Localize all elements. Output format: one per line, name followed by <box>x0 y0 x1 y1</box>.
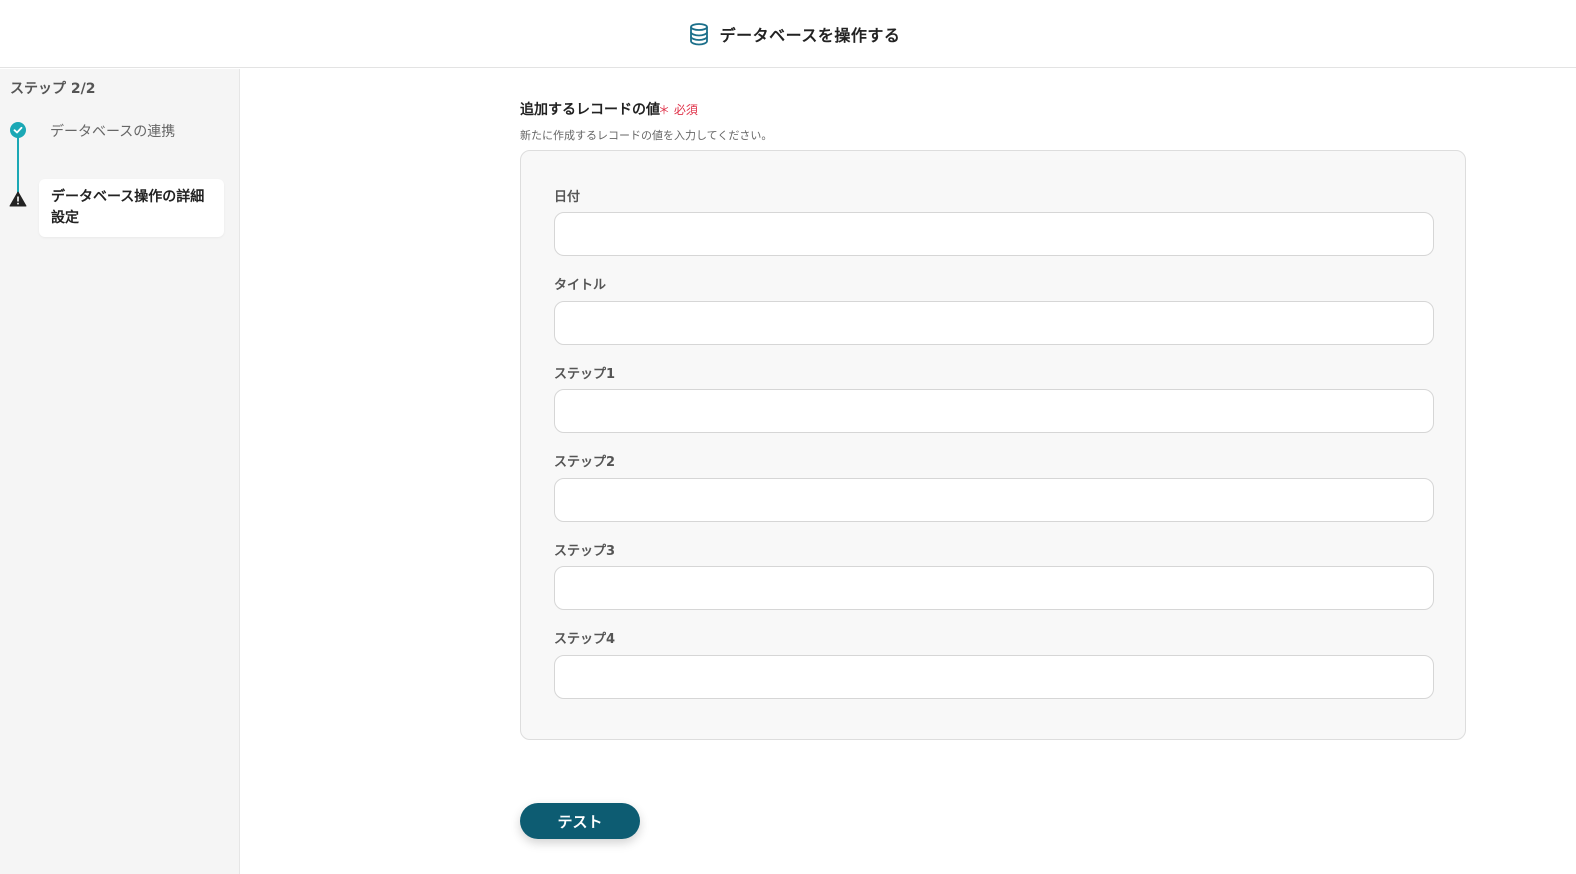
step3-input[interactable] <box>554 566 1434 610</box>
field-label-step4: ステップ4 <box>554 632 616 647</box>
section-title: 追加するレコードの値 <box>520 102 660 118</box>
sidebar-step-1[interactable]: データベースの連携 <box>50 121 175 141</box>
step4-input[interactable] <box>554 655 1434 699</box>
required-badge: ＊ 必須 <box>658 103 698 117</box>
field-label-step2: ステップ2 <box>554 455 616 470</box>
warning-icon <box>9 191 27 207</box>
step1-input[interactable] <box>554 389 1434 433</box>
title-input[interactable] <box>554 301 1434 345</box>
field-label-date: 日付 <box>554 190 581 205</box>
timeline-connector <box>17 137 19 197</box>
page-title: データベースを操作する <box>719 25 901 45</box>
step2-input[interactable] <box>554 478 1434 522</box>
test-button[interactable]: テスト <box>520 803 640 839</box>
date-input[interactable] <box>554 212 1434 256</box>
sidebar-step-2-label: データベース操作の詳細設定 <box>51 189 205 226</box>
page-header: データベースを操作する <box>0 0 1576 68</box>
header-title-group: データベースを操作する <box>688 22 901 46</box>
step-sidebar: ステップ 2/2 データベースの連携 データベース操作の詳細設定 <box>0 69 240 874</box>
record-form: 日付 タイトル ステップ1 ステップ2 ステップ3 ステップ4 <box>520 150 1466 740</box>
step-counter: ステップ 2/2 <box>10 81 96 97</box>
field-label-step1: ステップ1 <box>554 367 616 382</box>
database-icon <box>688 22 710 46</box>
check-circle-icon <box>10 122 26 138</box>
sidebar-step-2[interactable]: データベース操作の詳細設定 <box>39 179 224 237</box>
section-description: 新たに作成するレコードの値を入力してください。 <box>520 129 773 142</box>
field-label-step3: ステップ3 <box>554 544 616 559</box>
field-label-title: タイトル <box>554 278 607 293</box>
